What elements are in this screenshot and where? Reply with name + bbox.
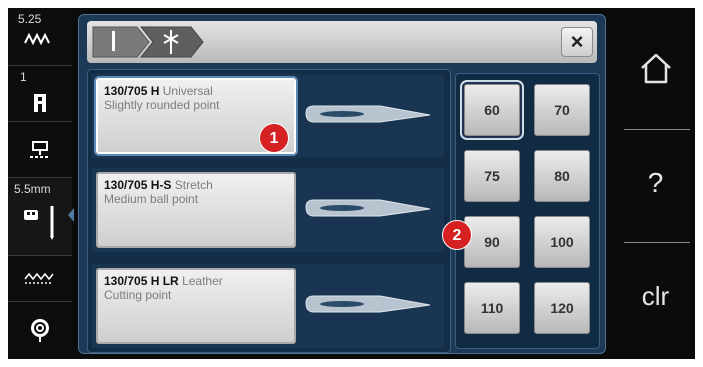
help-button[interactable]: ? [616,158,695,208]
callout-badge-1: 1 [259,123,289,153]
size-button-70[interactable]: 70 [534,84,590,136]
needle-description: Cutting point [104,288,172,302]
needle-selection-button[interactable]: 5.5mm [8,178,74,256]
size-button-60[interactable]: 60 [464,84,520,136]
clear-button[interactable]: clr [616,274,695,318]
size-button-120[interactable]: 120 [534,282,590,334]
bobbin-icon [31,319,49,342]
breadcrumb-needle-type[interactable] [139,25,205,59]
needle-position-icon [24,206,54,240]
needle-size-value: 5.5mm [14,182,51,196]
stitch-width-button[interactable]: 5.25 [8,8,72,66]
needle-description: Slightly rounded point [104,98,220,112]
needle-image [305,199,431,217]
needle-card-leather[interactable]: 130/705 H LR Leather Cutting point [96,268,296,344]
list-item[interactable]: 130/705 H LR Leather Cutting point [92,264,444,348]
needle-card-stretch[interactable]: 130/705 H-S Stretch Medium ball point [96,172,296,248]
feed-dog-icon [30,141,50,158]
feed-dog-button[interactable] [8,122,72,178]
sewing-machine-screen: 5.25 1 5.5mm × 130/705 H Universal Sligh… [8,8,695,359]
needle-type: Universal [162,84,213,98]
close-button[interactable]: × [561,27,593,57]
active-indicator-arrow [68,208,74,222]
zigzag-icon [24,32,50,46]
left-sidebar: 5.25 1 5.5mm [8,8,74,359]
size-button-75[interactable]: 75 [464,150,520,202]
bobbin-button[interactable] [8,302,72,359]
stitch-pattern-icon [24,272,54,284]
callout-badge-2: 2 [442,220,472,250]
stitch-pattern-button[interactable] [8,256,72,302]
presser-foot-icon [34,94,46,112]
home-button[interactable] [616,38,695,98]
list-item[interactable]: 130/705 H-S Stretch Medium ball point [92,168,444,252]
size-button-90[interactable]: 90 [464,216,520,268]
needle-image [305,105,431,123]
divider [624,129,690,130]
size-button-110[interactable]: 110 [464,282,520,334]
home-icon [640,53,671,84]
needle-icon [112,31,115,51]
needle-image [305,295,431,313]
right-sidebar: ? clr [616,8,695,359]
stitch-number-button[interactable]: 1 [8,66,72,122]
stitch-width-value: 5.25 [18,12,42,26]
needle-description: Medium ball point [104,192,199,206]
stitch-number-value: 1 [20,70,27,84]
needle-selection-panel: × 130/705 H Universal Slightly rounded p… [78,14,606,354]
needle-type-list: 130/705 H Universal Slightly rounded poi… [87,69,451,353]
needle-code: 130/705 H-S [104,178,172,192]
size-button-80[interactable]: 80 [534,150,590,202]
breadcrumb: × [87,21,597,63]
needle-type: Leather [182,274,223,288]
needle-code: 130/705 H [104,84,160,98]
size-button-100[interactable]: 100 [534,216,590,268]
needle-size-grid: 60 70 75 80 90 100 110 120 [455,73,600,349]
needle-code: 130/705 H LR [104,274,179,288]
divider [624,242,690,243]
needle-type: Stretch [174,178,213,192]
